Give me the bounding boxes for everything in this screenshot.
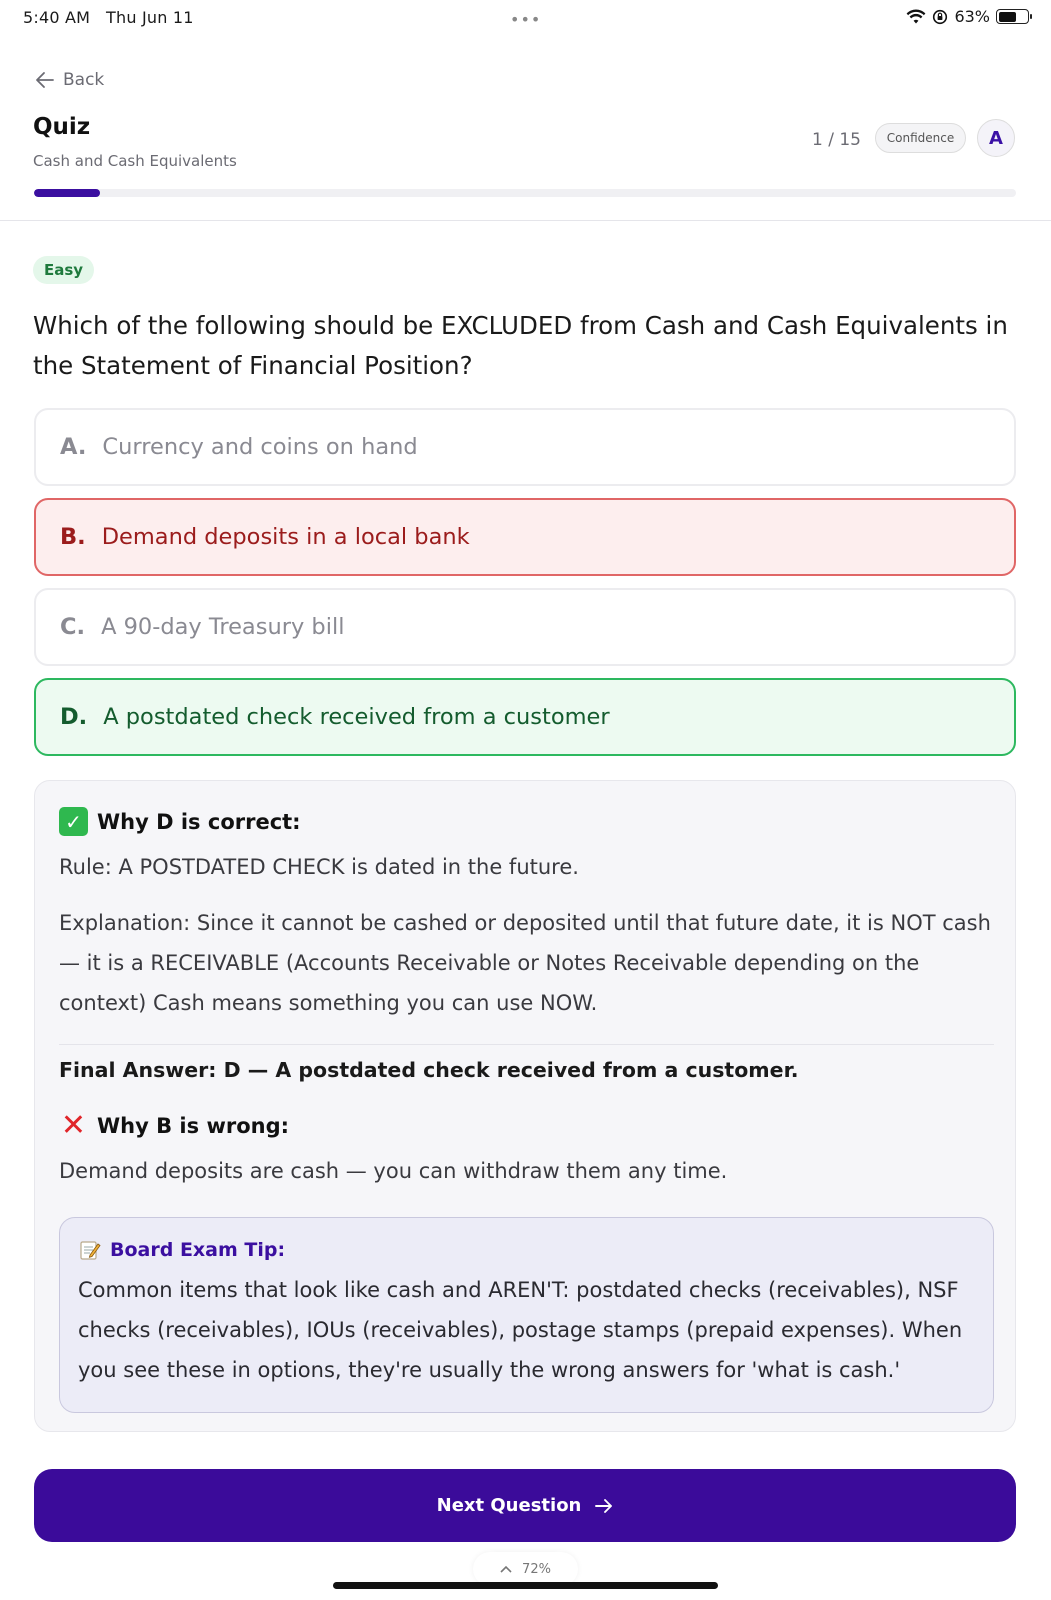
back-label: Back xyxy=(63,70,105,90)
next-question-button[interactable]: Next Question xyxy=(34,1469,1016,1542)
cross-mark-icon: ✕ xyxy=(60,1107,87,1143)
explanation-text: Explanation: Since it cannot be cashed o… xyxy=(59,911,991,1015)
explanation-panel: ✓ Why D is correct: Rule: A POSTDATED CH… xyxy=(34,780,1016,1432)
option-c[interactable]: C. A 90-day Treasury bill xyxy=(34,588,1016,666)
option-letter: C. xyxy=(60,614,86,640)
option-text: A 90-day Treasury bill xyxy=(101,614,345,640)
tip-text: Common items that look like cash and ARE… xyxy=(78,1278,963,1382)
battery-percent: 63% xyxy=(954,7,990,26)
arrow-left-icon xyxy=(36,72,54,88)
question-text: Which of the following should be EXCLUDE… xyxy=(33,311,1008,380)
option-text: Demand deposits in a local bank xyxy=(101,524,470,550)
option-a[interactable]: A. Currency and coins on hand xyxy=(34,408,1016,486)
board-exam-tip: Board Exam Tip: Common items that look l… xyxy=(59,1217,994,1413)
tip-heading: Board Exam Tip: xyxy=(78,1238,285,1262)
next-question-label: Next Question xyxy=(436,1495,582,1516)
avatar[interactable]: A xyxy=(977,119,1015,157)
home-indicator[interactable] xyxy=(333,1582,718,1589)
status-time: 5:40 AM Thu Jun 11 xyxy=(23,8,194,27)
battery-icon xyxy=(996,9,1032,24)
page-title: Quiz xyxy=(33,114,91,140)
orientation-lock-icon xyxy=(933,9,948,24)
check-mark-icon: ✓ xyxy=(59,807,88,836)
explanation-divider xyxy=(59,1044,994,1045)
rule-text: Rule: A POSTDATED CHECK is dated in the … xyxy=(59,855,579,879)
correct-heading: ✓ Why D is correct: xyxy=(59,807,301,836)
final-answer: Final Answer: D — A postdated check rece… xyxy=(59,1058,799,1082)
option-d[interactable]: D. A postdated check received from a cus… xyxy=(34,678,1016,756)
option-text: Currency and coins on hand xyxy=(102,434,418,460)
correct-heading-text: Why D is correct: xyxy=(97,809,301,834)
quiz-progress-fill xyxy=(34,189,100,197)
wifi-icon xyxy=(907,9,926,23)
wrong-heading-text: Why B is wrong: xyxy=(97,1113,290,1138)
option-text: A postdated check received from a custom… xyxy=(103,704,610,730)
tip-heading-text: Board Exam Tip: xyxy=(110,1239,286,1261)
wrong-heading: ✕ Why B is wrong: xyxy=(59,1107,290,1143)
header-divider xyxy=(0,220,1051,221)
memo-icon xyxy=(80,1241,101,1260)
zoom-indicator[interactable]: 72% xyxy=(473,1552,578,1586)
question-counter: 1 / 15 xyxy=(812,130,861,150)
confidence-button[interactable]: Confidence xyxy=(875,123,966,153)
status-bar: 5:40 AM Thu Jun 11 ••• 63% xyxy=(0,0,1051,34)
option-b[interactable]: B. Demand deposits in a local bank xyxy=(34,498,1016,576)
page-subtitle: Cash and Cash Equivalents xyxy=(33,152,237,170)
arrow-right-icon xyxy=(595,1498,613,1513)
wrong-text: Demand deposits are cash — you can withd… xyxy=(59,1159,728,1183)
zoom-label: 72% xyxy=(522,1561,551,1577)
option-letter: D. xyxy=(60,704,88,730)
chevron-up-icon xyxy=(500,1565,512,1573)
option-letter: A. xyxy=(60,434,87,460)
status-indicators: 63% xyxy=(906,7,1032,26)
back-button[interactable]: Back xyxy=(35,70,104,90)
quiz-progress-bar xyxy=(34,189,1016,197)
multitasking-dots-icon[interactable]: ••• xyxy=(510,10,541,29)
option-letter: B. xyxy=(60,524,86,550)
difficulty-badge: Easy xyxy=(33,256,95,284)
